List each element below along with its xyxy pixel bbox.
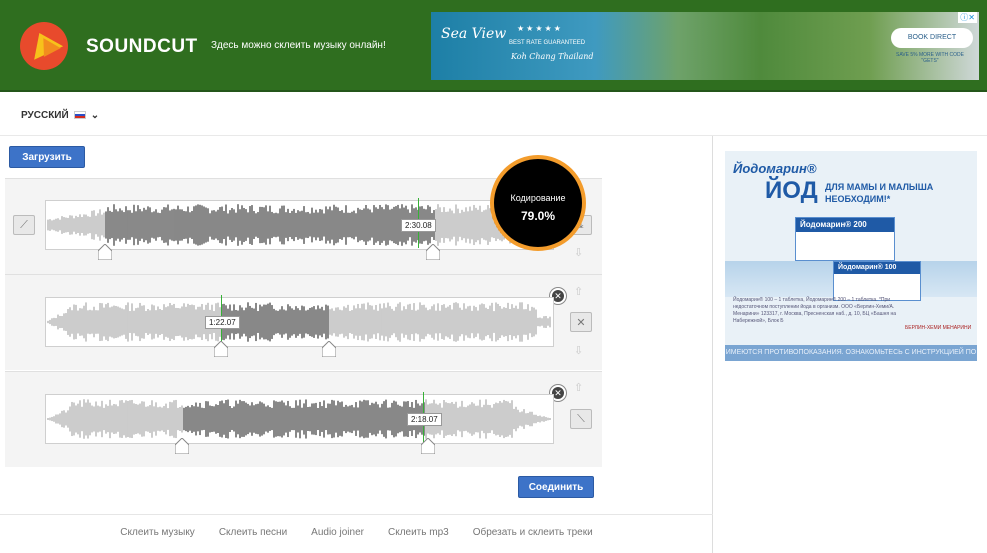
fade-out-icon[interactable]: ⟍ bbox=[570, 409, 592, 429]
language-bar bbox=[0, 94, 987, 136]
track-1-end-handle[interactable] bbox=[426, 244, 440, 260]
encoding-label: Кодирование bbox=[510, 193, 566, 203]
track-3-start-handle[interactable] bbox=[175, 438, 189, 454]
language-label: РУССКИЙ bbox=[21, 109, 69, 121]
fade-in-icon[interactable]: ⟋ bbox=[13, 215, 35, 235]
footer-links: Склеить музыку Склеить песни Audio joine… bbox=[0, 514, 713, 550]
russia-flag-icon bbox=[73, 111, 86, 119]
ad-location: Koh Chang Thailand bbox=[511, 52, 594, 61]
track-2-start-handle[interactable] bbox=[214, 341, 228, 357]
footer-link[interactable]: Склеить музыку bbox=[120, 527, 195, 538]
ad-best-rate: BEST RATE GUARANTEED bbox=[509, 40, 586, 46]
ad-stars: ★★★★★ bbox=[517, 24, 563, 33]
track-2-waveform[interactable] bbox=[45, 297, 554, 347]
track-1-time-label: 2:30.08 bbox=[401, 219, 436, 232]
ad-close-icon[interactable]: ⓘ✕ bbox=[958, 12, 977, 23]
ad-hotel-name: Sea View bbox=[441, 26, 507, 42]
soundcut-logo[interactable] bbox=[20, 22, 68, 70]
move-up-icon[interactable]: ⇧ bbox=[574, 285, 583, 298]
ad-product-box-200: Йодомарин® 200 bbox=[795, 217, 895, 261]
join-button[interactable]: Соединить bbox=[518, 476, 594, 498]
brand-name[interactable]: SOUNDCUT bbox=[86, 36, 198, 58]
ad-warning: ИМЕЮТСЯ ПРОТИВОПОКАЗАНИЯ. ОЗНАКОМЬТЕСЬ С… bbox=[725, 345, 977, 361]
banner-ad-right[interactable]: Йодомарин® ЙОД ДЛЯ МАМЫ И МАЛЫША НЕОБХОД… bbox=[725, 151, 977, 361]
language-selector[interactable]: РУССКИЙ ⌄ bbox=[15, 106, 111, 124]
track-2-time-label: 1:22.07 bbox=[205, 316, 240, 329]
ad-product-box-100: Йодомарин® 100 bbox=[833, 261, 921, 301]
ad-slogan: ДЛЯ МАМЫ И МАЛЫША НЕОБХОДИМ!* bbox=[825, 182, 934, 204]
ad-product-label: Йодомарин® 100 bbox=[834, 262, 920, 274]
footer-link[interactable]: Audio joiner bbox=[311, 527, 364, 538]
ad-brand: Йодомарин® bbox=[733, 161, 817, 176]
move-up-icon[interactable]: ⇧ bbox=[574, 381, 583, 394]
chevron-down-icon: ⌄ bbox=[90, 109, 100, 121]
encoding-progress: Кодирование 79.0% bbox=[490, 155, 586, 251]
track-3-waveform[interactable] bbox=[45, 394, 554, 444]
ad-product-label: Йодомарин® 200 bbox=[796, 218, 894, 232]
track-3-time-label: 2:18.07 bbox=[407, 413, 442, 426]
track-1-waveform[interactable] bbox=[45, 200, 554, 250]
ad-company: БЕРЛИН-ХЕМИ МЕНАРИНИ bbox=[905, 325, 972, 331]
ad-save-text: SAVE 5% MORE WITH CODE "GETS" bbox=[896, 52, 964, 64]
footer-link[interactable]: Обрезать и склеить треки bbox=[473, 527, 593, 538]
banner-ad-top[interactable]: Sea View ★★★★★ BEST RATE GUARANTEED Koh … bbox=[431, 12, 979, 80]
move-down-icon[interactable]: ⇩ bbox=[574, 246, 583, 259]
site-tagline: Здесь можно склеить музыку онлайн! bbox=[211, 40, 386, 51]
move-down-icon[interactable]: ⇩ bbox=[574, 344, 583, 357]
ad-fine-print: Йодомарин® 100 – 1 таблетка, Йодомарин® … bbox=[733, 297, 897, 324]
footer-link[interactable]: Склеить mp3 bbox=[388, 527, 449, 538]
ad-headline: ЙОД bbox=[765, 177, 818, 204]
track-3-end-handle[interactable] bbox=[421, 438, 435, 454]
track-1-start-handle[interactable] bbox=[98, 244, 112, 260]
upload-button[interactable]: Загрузить bbox=[9, 146, 85, 168]
track-2-end-handle[interactable] bbox=[322, 341, 336, 357]
site-header: SOUNDCUT Здесь можно склеить музыку онла… bbox=[0, 0, 987, 92]
encoding-percent: 79.0% bbox=[520, 209, 556, 223]
crossfade-icon[interactable]: ✕ bbox=[570, 312, 592, 332]
footer-link[interactable]: Склеить песни bbox=[219, 527, 287, 538]
ad-book-direct-button[interactable]: BOOK DIRECT bbox=[891, 28, 973, 48]
